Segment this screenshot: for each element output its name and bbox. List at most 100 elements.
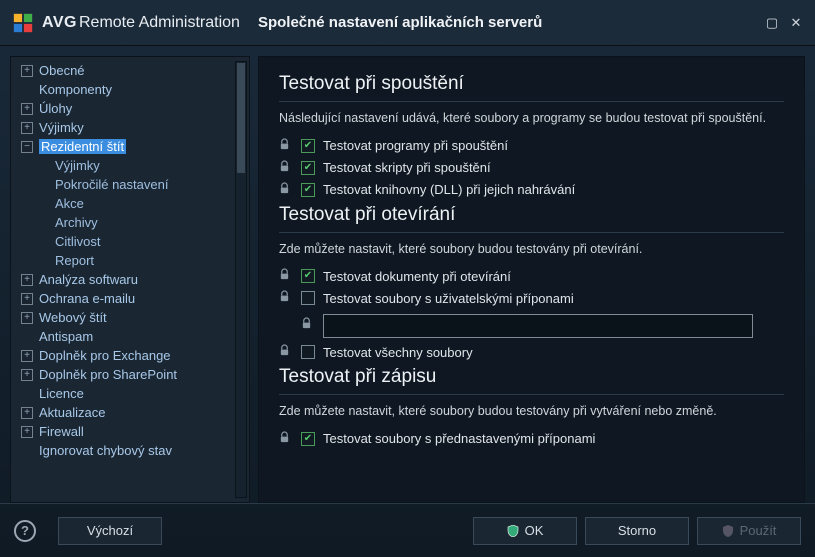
avg-logo-icon bbox=[12, 12, 34, 34]
option-row: Testovat soubory s uživatelskými přípona… bbox=[279, 290, 784, 306]
sidebar-item-label: Výjimky bbox=[55, 158, 100, 173]
sidebar-item[interactable]: Ignorovat chybový stav bbox=[11, 441, 249, 460]
close-icon[interactable]: ✕ bbox=[789, 16, 803, 30]
default-button[interactable]: Výchozí bbox=[58, 517, 162, 545]
expand-icon[interactable]: + bbox=[21, 293, 33, 305]
sidebar-item-label: Webový štít bbox=[39, 310, 107, 325]
option-label: Testovat dokumenty při otevírání bbox=[323, 269, 511, 284]
section-desc: Následující nastavení udává, které soubo… bbox=[279, 110, 784, 128]
expand-icon[interactable] bbox=[21, 445, 33, 457]
option-row: Testovat knihovny (DLL) při jejich nahrá… bbox=[279, 182, 784, 198]
collapse-icon[interactable]: − bbox=[21, 141, 33, 153]
option-label: Testovat skripty při spouštění bbox=[323, 160, 491, 175]
sidebar-item[interactable]: +Doplněk pro SharePoint bbox=[11, 365, 249, 384]
sidebar-item-label: Aktualizace bbox=[39, 405, 105, 420]
sidebar-subitem[interactable]: Pokročilé nastavení bbox=[11, 175, 249, 194]
expand-icon[interactable]: + bbox=[21, 369, 33, 381]
sidebar-item[interactable]: + Analýza softwaru bbox=[11, 270, 249, 289]
option-label: Testovat programy při spouštění bbox=[323, 138, 508, 153]
sidebar-item-label: Obecné bbox=[39, 63, 85, 78]
sidebar-item-label: Ochrana e-mailu bbox=[39, 291, 135, 306]
sidebar-item-label: Firewall bbox=[39, 424, 84, 439]
sidebar-item[interactable]: + Ochrana e-mailu bbox=[11, 289, 249, 308]
sidebar-item[interactable]: + Doplněk pro Exchange bbox=[11, 346, 249, 365]
divider bbox=[279, 232, 784, 233]
sidebar-item[interactable]: + Firewall bbox=[11, 422, 249, 441]
expand-icon[interactable] bbox=[21, 84, 33, 96]
expand-icon[interactable]: + bbox=[21, 350, 33, 362]
sidebar-item-label: Výjimky bbox=[39, 120, 84, 135]
expand-icon[interactable] bbox=[21, 388, 33, 400]
ok-button[interactable]: OK bbox=[473, 517, 577, 545]
sidebar-scrollbar[interactable] bbox=[235, 61, 247, 498]
divider bbox=[279, 101, 784, 102]
cancel-button-label: Storno bbox=[618, 523, 656, 538]
sidebar-item-label: Pokročilé nastavení bbox=[55, 177, 168, 192]
section-desc: Zde můžete nastavit, které soubory budou… bbox=[279, 241, 784, 259]
shield-icon bbox=[722, 525, 734, 537]
divider bbox=[279, 394, 784, 395]
checkbox[interactable] bbox=[301, 161, 315, 175]
lock-icon[interactable] bbox=[279, 138, 293, 154]
lock-icon[interactable] bbox=[279, 290, 293, 306]
sidebar-subitem[interactable]: Report bbox=[11, 251, 249, 270]
lock-icon[interactable] bbox=[279, 344, 293, 360]
sidebar-item[interactable]: + Webový štít bbox=[11, 308, 249, 327]
sidebar-item[interactable]: +Úlohy bbox=[11, 99, 249, 118]
checkbox[interactable] bbox=[301, 139, 315, 153]
expand-icon[interactable]: + bbox=[21, 103, 33, 115]
sidebar-item-label: Antispam bbox=[39, 329, 93, 344]
checkbox[interactable] bbox=[301, 183, 315, 197]
sidebar-item[interactable]: Licence bbox=[11, 384, 249, 403]
sidebar-item[interactable]: + Aktualizace bbox=[11, 403, 249, 422]
sidebar-item-label: Archivy bbox=[55, 215, 98, 230]
checkbox[interactable] bbox=[301, 432, 315, 446]
default-button-label: Výchozí bbox=[87, 523, 133, 538]
expand-icon[interactable]: + bbox=[21, 312, 33, 324]
brand-text: AVGRemote Administration bbox=[42, 14, 240, 32]
sidebar-subitem[interactable]: Akce bbox=[11, 194, 249, 213]
expand-icon[interactable]: + bbox=[21, 65, 33, 77]
sidebar-item[interactable]: Antispam bbox=[11, 327, 249, 346]
sidebar-subitem[interactable]: Archivy bbox=[11, 213, 249, 232]
expand-icon[interactable]: + bbox=[21, 122, 33, 134]
sidebar-item[interactable]: + Výjimky bbox=[11, 118, 249, 137]
cancel-button[interactable]: Storno bbox=[585, 517, 689, 545]
apply-button-label: Použít bbox=[740, 523, 777, 538]
expand-icon[interactable] bbox=[21, 331, 33, 343]
lock-icon[interactable] bbox=[301, 317, 315, 333]
expand-icon[interactable]: + bbox=[21, 426, 33, 438]
lock-icon[interactable] bbox=[279, 431, 293, 447]
checkbox[interactable] bbox=[301, 345, 315, 359]
sidebar-item-label: Ignorovat chybový stav bbox=[39, 443, 172, 458]
help-icon[interactable]: ? bbox=[14, 520, 36, 542]
sidebar-item-label: Licence bbox=[39, 386, 84, 401]
extensions-input[interactable] bbox=[323, 314, 753, 338]
footer: ? Výchozí OK Storno Použít bbox=[0, 503, 815, 557]
checkbox[interactable] bbox=[301, 269, 315, 283]
sidebar-item[interactable]: Komponenty bbox=[11, 80, 249, 99]
lock-icon[interactable] bbox=[279, 160, 293, 176]
sidebar-item-label: Doplněk pro Exchange bbox=[39, 348, 171, 363]
sidebar-subitem[interactable]: Výjimky bbox=[11, 156, 249, 175]
option-row: Testovat skripty při spouštění bbox=[279, 160, 784, 176]
option-label: Testovat soubory s přednastavenými přípo… bbox=[323, 431, 595, 446]
sidebar-subitem[interactable]: Citlivost bbox=[11, 232, 249, 251]
checkbox[interactable] bbox=[301, 291, 315, 305]
apply-button[interactable]: Použít bbox=[697, 517, 801, 545]
expand-icon[interactable]: + bbox=[21, 407, 33, 419]
sidebar-item-label: Analýza softwaru bbox=[39, 272, 138, 287]
lock-icon[interactable] bbox=[279, 182, 293, 198]
titlebar: AVGRemote Administration Společné nastav… bbox=[0, 0, 815, 46]
expand-icon[interactable]: + bbox=[21, 274, 33, 286]
option-label: Testovat knihovny (DLL) při jejich nahrá… bbox=[323, 182, 575, 197]
sidebar-item[interactable]: −Rezidentní štít bbox=[11, 137, 249, 156]
sidebar-item-label: Akce bbox=[55, 196, 84, 211]
scrollbar-thumb[interactable] bbox=[237, 63, 245, 173]
shield-icon bbox=[507, 525, 519, 537]
option-input-row bbox=[279, 312, 784, 338]
sidebar-item[interactable]: + Obecné bbox=[11, 61, 249, 80]
lock-icon[interactable] bbox=[279, 268, 293, 284]
sidebar: +ObecnéKomponenty+Úlohy+Výjimky−Rezident… bbox=[10, 56, 250, 503]
minimize-icon[interactable]: ▢ bbox=[765, 16, 779, 30]
